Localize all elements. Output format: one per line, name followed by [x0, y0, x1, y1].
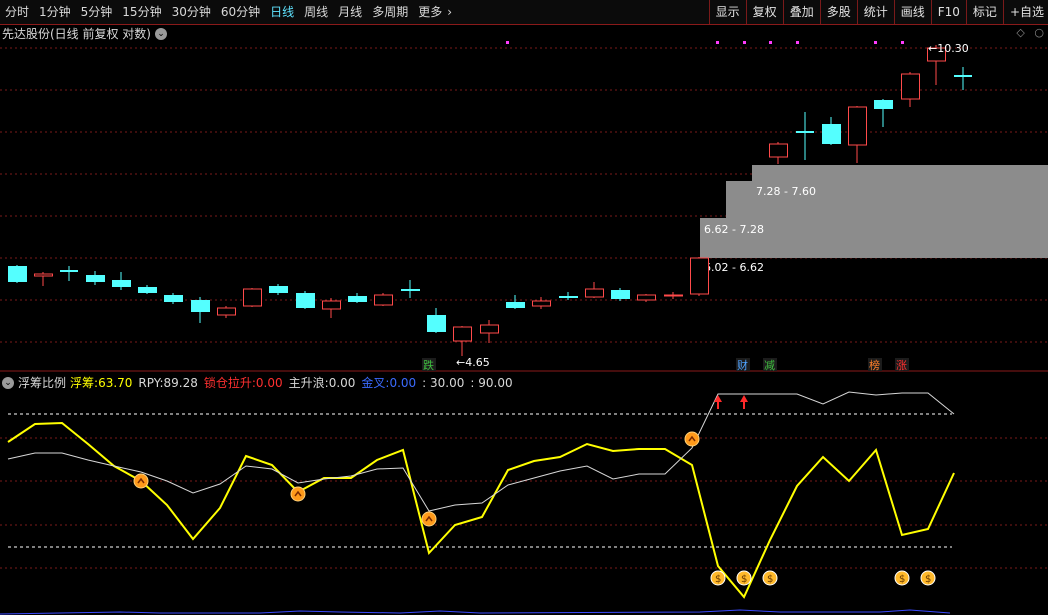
zone-label: 7.28 - 7.60: [756, 185, 816, 198]
signal-dot: [506, 41, 509, 44]
candle-body: [374, 294, 393, 306]
money-bag-glyph: $: [899, 574, 905, 585]
wave-label: 主升浪:: [288, 376, 329, 390]
candle-body: [269, 286, 288, 293]
candle-body: [217, 307, 236, 316]
event-marker: 减: [764, 359, 775, 372]
lock-value: 0.00: [255, 375, 283, 390]
chart-title-text: 先达股份(日线 前复权 对数): [2, 27, 151, 41]
candle-body: [86, 275, 105, 282]
candle-body: [243, 288, 262, 307]
candle-body: [34, 273, 53, 277]
candle-body: [769, 143, 788, 158]
candle-body: [585, 288, 604, 298]
circle-icon[interactable]: ○: [1034, 26, 1044, 39]
buy-signal-icon: [684, 431, 700, 447]
event-marker: 财: [737, 358, 748, 372]
chip-zone: [752, 165, 1048, 181]
gold-cross-value: 0.00: [389, 375, 417, 390]
high-price-label: ←10.30: [928, 42, 969, 55]
red-arrow-icon: [740, 395, 748, 402]
candle-body: [611, 290, 630, 299]
candle-body: [848, 106, 867, 146]
candle-body: [401, 289, 420, 291]
candle-body: [664, 294, 683, 297]
wave-value: 0.00: [328, 375, 356, 390]
diamond-icon[interactable]: ◇: [1016, 26, 1024, 39]
candle-body: [112, 280, 131, 287]
signal-dot: [743, 41, 746, 44]
chevron-down-icon[interactable]: ⌄: [155, 27, 167, 40]
level-30: : 30.00: [422, 375, 465, 390]
low-price-label: ←4.65: [456, 356, 490, 369]
indicator-header: ⌄ 浮筹比例 浮筹: 63.70 RPY: 89.28 锁仓拉升: 0.00 主…: [2, 374, 513, 391]
indicator-name[interactable]: 浮筹比例: [18, 374, 66, 391]
money-bag-glyph: $: [767, 574, 773, 585]
candle-body: [637, 294, 656, 301]
candle-body: [874, 100, 893, 109]
candle-body: [348, 296, 367, 302]
rpy-value: 89.28: [163, 375, 198, 390]
signal-dot: [769, 41, 772, 44]
candle-body: [322, 300, 341, 310]
money-bag-glyph: $: [925, 574, 931, 585]
floating-chip-line: [7, 421, 955, 599]
volume-line: [0, 609, 951, 615]
candle-body: [138, 287, 157, 293]
rpy-label: RPY:: [138, 375, 164, 390]
candle-body: [480, 324, 499, 334]
kline-chart[interactable]: 7.28 - 7.60 6.62 - 7.28 6.02 - 6.62 ←10.30 ←…: [0, 0, 1048, 615]
floating-value: 63.70: [98, 375, 133, 390]
money-bag-glyph: $: [715, 574, 721, 585]
candle-body: [191, 300, 210, 312]
chevron-down-icon[interactable]: ⌄: [2, 376, 14, 389]
red-arrow-icon: [714, 395, 722, 402]
candle-body: [901, 73, 920, 100]
signal-dot: [716, 41, 719, 44]
zone-label: 6.02 - 6.62: [704, 261, 764, 274]
floating-label: 浮筹:: [70, 376, 99, 390]
event-marker: 涨: [896, 359, 907, 372]
candle-body: [427, 315, 446, 332]
buy-signal-icon: [290, 486, 306, 502]
candle-body: [8, 266, 27, 282]
signal-dot: [874, 41, 877, 44]
candle-body: [453, 326, 472, 342]
candle-body: [822, 124, 841, 144]
candle-body: [506, 302, 525, 308]
level-90: : 90.00: [470, 375, 513, 390]
zone-label: 6.62 - 7.28: [704, 223, 764, 236]
gold-cross-label: 金叉:: [361, 376, 390, 390]
signal-dot: [901, 41, 904, 44]
candle-body: [532, 300, 551, 307]
event-marker: 跌: [423, 358, 434, 372]
chart-corner-icons: ◇ ○: [1016, 26, 1044, 39]
candle-body: [296, 293, 315, 308]
event-marker: 榜: [869, 358, 880, 372]
rpy-line: [7, 391, 955, 512]
buy-signal-icon: [421, 511, 437, 527]
chart-title[interactable]: 先达股份(日线 前复权 对数) ⌄: [2, 25, 167, 42]
money-bag-glyph: $: [741, 574, 747, 585]
buy-signal-icon: [133, 473, 149, 489]
signal-dot: [796, 41, 799, 44]
candle-body: [559, 296, 578, 298]
candle-body: [164, 295, 183, 302]
lock-label: 锁仓拉升:: [203, 376, 256, 390]
candle-body: [690, 257, 709, 295]
